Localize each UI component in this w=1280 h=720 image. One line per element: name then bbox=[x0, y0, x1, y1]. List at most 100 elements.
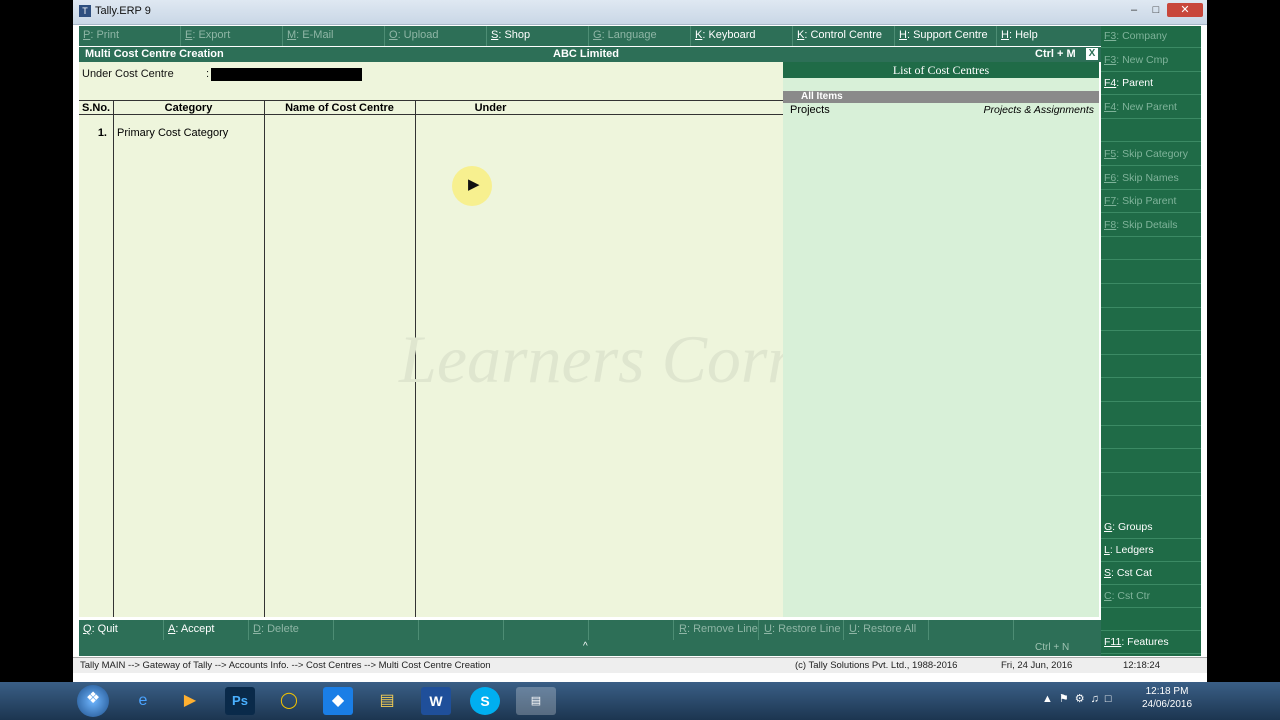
menu-separator bbox=[588, 26, 589, 46]
photoshop-icon[interactable]: Ps bbox=[225, 687, 255, 715]
side-button[interactable]: F6: Skip Names bbox=[1101, 168, 1201, 190]
menu-label: : Accept bbox=[175, 623, 215, 635]
menu-separator bbox=[673, 620, 674, 640]
side-button-empty bbox=[1101, 238, 1201, 261]
file-explorer-icon[interactable]: ▤ bbox=[372, 687, 402, 715]
shortcut-key: F4 bbox=[1104, 100, 1117, 113]
company-name: ABC Limited bbox=[553, 48, 619, 60]
screen-shortcut: Ctrl + M bbox=[1035, 48, 1076, 60]
shortcut-key: F3 bbox=[1104, 53, 1117, 66]
shortcut-key: F7 bbox=[1104, 195, 1117, 208]
top-menu-item[interactable]: S: Shop bbox=[491, 29, 530, 41]
tally-app-icon: T bbox=[79, 5, 91, 17]
skype-icon[interactable]: S bbox=[470, 687, 500, 715]
side-button[interactable] bbox=[1101, 120, 1201, 143]
side-button[interactable] bbox=[1101, 609, 1201, 631]
top-menu-item[interactable]: H: Support Centre bbox=[899, 29, 988, 41]
row-category: Primary Cost Category bbox=[117, 127, 229, 139]
under-sep: : bbox=[206, 68, 210, 80]
right-button-bar: F3: Company F3: New Cmp F4: Parent F4: New … bbox=[1101, 26, 1201, 656]
word-icon[interactable]: W bbox=[421, 687, 451, 715]
clock-date[interactable]: 24/06/2016 bbox=[1140, 699, 1194, 710]
internet-explorer-icon[interactable]: e bbox=[128, 687, 158, 715]
top-menu-item[interactable]: E: Export bbox=[185, 29, 230, 41]
menu-label: : Cst Cat bbox=[1111, 567, 1152, 579]
menu-label: : Skip Parent bbox=[1116, 195, 1177, 208]
top-menu-item[interactable]: M: E-Mail bbox=[287, 29, 333, 41]
maximize-icon[interactable]: □ bbox=[1145, 3, 1167, 17]
shortcut-key: H bbox=[1001, 29, 1009, 41]
col-divider bbox=[113, 100, 114, 617]
under-cost-centre-input[interactable] bbox=[211, 68, 362, 81]
start-button-icon[interactable]: ❖ bbox=[77, 685, 109, 717]
list-section-label: All Items bbox=[801, 91, 843, 102]
shortcut-key: S bbox=[1104, 567, 1112, 579]
side-button[interactable]: F4: New Parent bbox=[1101, 97, 1201, 119]
shortcut-key: F3 bbox=[1104, 30, 1117, 42]
shortcut-key: G bbox=[1104, 521, 1113, 533]
bottom-menu-item[interactable]: U: Restore All bbox=[849, 623, 916, 635]
side-button-empty bbox=[1101, 286, 1201, 308]
side-button[interactable]: L: Ledgers bbox=[1101, 540, 1201, 562]
side-button[interactable]: F3: New Cmp bbox=[1101, 50, 1201, 72]
screen-header: Multi Cost Centre Creation ABC Limited C… bbox=[79, 47, 1101, 62]
table-header-border bbox=[79, 114, 783, 115]
table-row[interactable]: 1. Primary Cost Category bbox=[79, 127, 783, 143]
close-screen-icon[interactable]: X bbox=[1086, 48, 1098, 60]
side-button[interactable]: C: Cst Ctr bbox=[1101, 586, 1201, 608]
list-item[interactable]: Projects Projects & Assignments bbox=[783, 103, 1099, 117]
list-item-name: Projects bbox=[790, 104, 830, 116]
menu-separator bbox=[333, 620, 334, 640]
ctrl-bar-arrow[interactable]: ^ bbox=[583, 641, 588, 652]
menu-label: : Delete bbox=[260, 623, 299, 635]
menu-separator bbox=[928, 620, 929, 640]
tally-taskbar-icon[interactable]: ▤ bbox=[516, 687, 556, 715]
menu-label: : Restore All bbox=[856, 623, 917, 635]
bottom-menu-item[interactable]: A: Accept bbox=[168, 623, 214, 635]
top-menu-item[interactable]: K: Keyboard bbox=[695, 29, 756, 41]
bottom-menu-bar: Q: Quit A: Accept D: Delete R: Remove Line U… bbox=[79, 620, 1101, 640]
col-divider bbox=[264, 100, 265, 617]
side-button[interactable]: G: Groups bbox=[1101, 517, 1201, 539]
side-button[interactable]: S: Cst Cat bbox=[1101, 563, 1201, 585]
dropbox-icon[interactable]: ◆ bbox=[323, 687, 353, 715]
chrome-icon[interactable]: ◯ bbox=[274, 687, 304, 715]
bottom-menu-item[interactable]: U: Restore Line bbox=[764, 623, 840, 635]
list-title: List of Cost Centres bbox=[783, 62, 1099, 78]
side-button[interactable]: F4: Parent bbox=[1101, 73, 1201, 96]
side-button-empty bbox=[1101, 404, 1201, 426]
side-button[interactable]: F7: Skip Parent bbox=[1101, 191, 1201, 214]
menu-separator bbox=[384, 26, 385, 46]
menu-label: : Keyboard bbox=[702, 29, 756, 41]
title-bar: T Tally.ERP 9 – □ ✕ bbox=[73, 0, 1207, 25]
side-button[interactable]: F11: Features bbox=[1101, 632, 1201, 654]
tray-icons[interactable]: ▲⚑⚙♫□ bbox=[1042, 692, 1118, 705]
bottom-menu-item[interactable]: Q: Quit bbox=[83, 623, 118, 635]
menu-separator bbox=[758, 620, 759, 640]
top-menu-item[interactable]: H: Help bbox=[1001, 29, 1038, 41]
menu-label: : Ledgers bbox=[1109, 544, 1154, 556]
menu-label: : Help bbox=[1008, 29, 1038, 41]
shortcut-key: G bbox=[593, 29, 602, 41]
shortcut-key: O bbox=[389, 29, 398, 41]
menu-label: : E-Mail bbox=[296, 29, 334, 41]
taskbar: ❖ e ▶ Ps ◯ ◆ ▤ W S ▤ ▲⚑⚙♫□ 12:18 PM 24/0… bbox=[0, 682, 1280, 720]
bottom-menu-item[interactable]: R: Remove Line bbox=[679, 623, 758, 635]
top-menu-item[interactable]: P: Print bbox=[83, 29, 119, 41]
side-button[interactable]: F5: Skip Category bbox=[1101, 144, 1201, 166]
clock-time[interactable]: 12:18 PM bbox=[1142, 686, 1192, 697]
minimize-icon[interactable]: – bbox=[1123, 3, 1145, 17]
top-menu-item[interactable]: G: Language bbox=[593, 29, 657, 41]
menu-separator bbox=[588, 620, 589, 640]
top-menu-item[interactable]: K: Control Centre bbox=[797, 29, 882, 41]
top-menu-item[interactable]: O: Upload bbox=[389, 29, 439, 41]
side-button-empty bbox=[1101, 309, 1201, 332]
media-player-icon[interactable]: ▶ bbox=[175, 687, 205, 715]
close-window-icon[interactable]: ✕ bbox=[1167, 3, 1203, 17]
shortcut-key: F5 bbox=[1104, 148, 1117, 160]
menu-label: : Shop bbox=[498, 29, 531, 41]
menu-label: : Print bbox=[90, 29, 120, 41]
side-button[interactable]: F8: Skip Details bbox=[1101, 215, 1201, 237]
bottom-menu-item[interactable]: D: Delete bbox=[253, 623, 299, 635]
side-button[interactable]: F3: Company bbox=[1101, 26, 1201, 48]
